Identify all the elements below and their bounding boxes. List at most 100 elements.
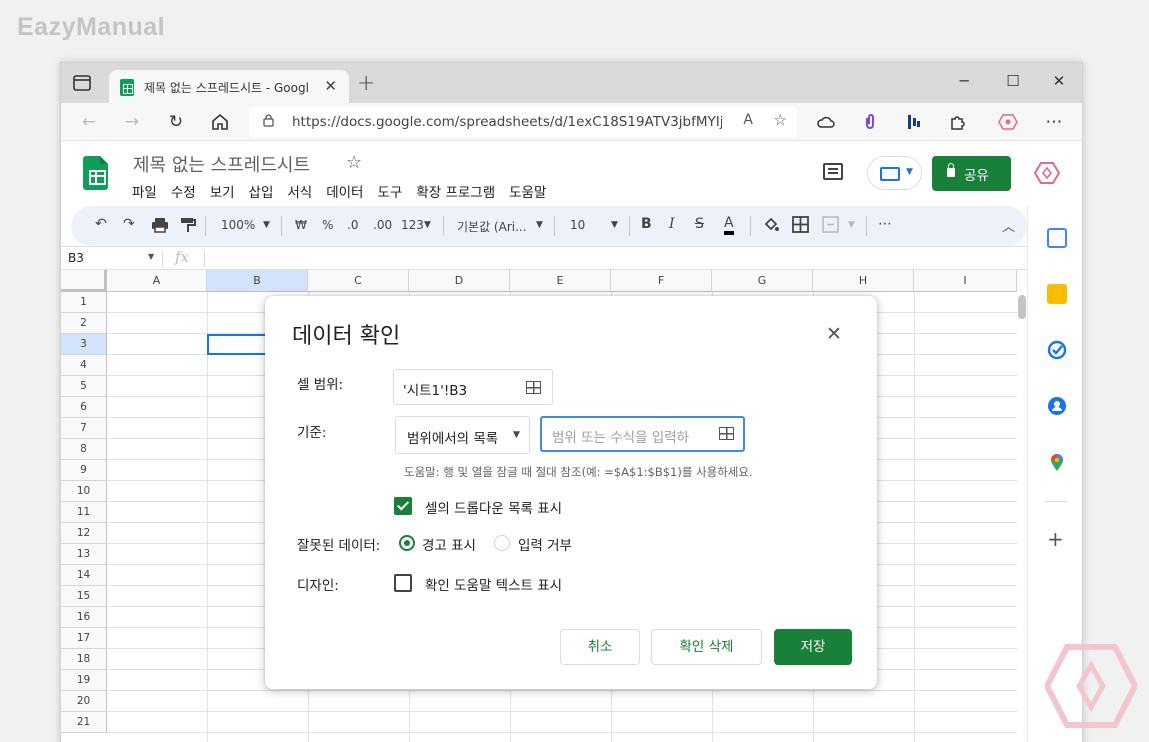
chevron-down-icon[interactable]: ▼: [536, 220, 543, 230]
comment-history-icon[interactable]: [823, 163, 843, 180]
criteria-range-input[interactable]: 범위 또는 수식을 입력하: [540, 416, 745, 452]
zoom-select[interactable]: 100%: [221, 218, 255, 232]
row-header[interactable]: 5: [61, 376, 107, 397]
row-header[interactable]: 17: [61, 628, 107, 649]
criteria-dropdown[interactable]: 범위에서의 목록 ▼: [395, 416, 530, 454]
minimize-button[interactable]: ─: [954, 72, 974, 90]
radio-reject-input[interactable]: [494, 535, 510, 551]
undo-icon[interactable]: ↶: [95, 216, 107, 232]
menu-help[interactable]: 도움말: [509, 181, 546, 201]
decrease-decimal-button[interactable]: .0: [347, 218, 358, 232]
row-header[interactable]: 3: [61, 334, 107, 355]
name-box[interactable]: B3: [68, 251, 84, 265]
merge-cells-icon[interactable]: [822, 216, 839, 233]
menu-edit[interactable]: 수정: [171, 181, 196, 201]
column-header[interactable]: I: [914, 270, 1017, 292]
cancel-button[interactable]: 취소: [560, 629, 640, 665]
address-bar[interactable]: https://docs.google.com/spreadsheets/d/1…: [249, 107, 797, 137]
column-header[interactable]: D: [409, 270, 510, 292]
print-icon[interactable]: [151, 216, 169, 234]
chevron-down-icon[interactable]: ▼: [263, 220, 270, 230]
column-header[interactable]: B: [207, 270, 308, 292]
menu-file[interactable]: 파일: [132, 181, 157, 201]
column-header[interactable]: H: [813, 270, 914, 292]
remove-validation-button[interactable]: 확인 삭제: [651, 629, 762, 665]
row-header[interactable]: 7: [61, 418, 107, 439]
row-header[interactable]: 12: [61, 523, 107, 544]
row-header[interactable]: 15: [61, 586, 107, 607]
collapse-menu-icon[interactable]: ︿: [1002, 216, 1015, 235]
menu-insert[interactable]: 삽입: [249, 181, 274, 201]
lock-icon[interactable]: [263, 114, 274, 127]
select-all-corner[interactable]: [61, 270, 107, 292]
row-header[interactable]: 11: [61, 502, 107, 523]
maximize-button[interactable]: ☐: [1003, 72, 1023, 90]
tab-close-icon[interactable]: ✕: [324, 77, 337, 95]
menu-data[interactable]: 데이터: [326, 181, 363, 201]
row-header[interactable]: 18: [61, 649, 107, 670]
favorite-add-icon[interactable]: ☆: [774, 111, 787, 129]
column-header[interactable]: E: [510, 270, 611, 292]
row-header[interactable]: 20: [61, 691, 107, 712]
borders-icon[interactable]: [792, 216, 809, 233]
more-tools-button[interactable]: ⋯: [878, 216, 892, 232]
menu-extensions[interactable]: 확장 프로그램: [416, 181, 495, 201]
radio-show-warning[interactable]: [399, 535, 415, 551]
font-select[interactable]: 기본값 (Ari...: [457, 218, 527, 235]
italic-button[interactable]: I: [669, 216, 675, 232]
cell-range-field[interactable]: '시트1'!B3: [393, 369, 553, 405]
increase-decimal-button[interactable]: .00: [373, 218, 392, 232]
chevron-down-icon[interactable]: ▼: [848, 220, 855, 230]
tasks-icon[interactable]: [1047, 340, 1067, 360]
bars-extension-icon[interactable]: [904, 112, 924, 132]
home-icon[interactable]: [210, 112, 230, 132]
row-header[interactable]: 9: [61, 460, 107, 481]
forward-icon[interactable]: →: [122, 112, 142, 132]
back-icon[interactable]: ←: [79, 112, 99, 132]
row-header[interactable]: 13: [61, 544, 107, 565]
fill-color-icon[interactable]: [762, 216, 780, 234]
close-icon[interactable]: ✕: [826, 323, 842, 345]
column-header[interactable]: F: [611, 270, 712, 292]
chevron-down-icon[interactable]: ▼: [424, 220, 431, 230]
reject-input-label[interactable]: 입력 거부: [518, 534, 572, 554]
row-header[interactable]: 19: [61, 670, 107, 691]
document-title[interactable]: 제목 없는 스프레드시트: [133, 151, 310, 177]
row-header[interactable]: 4: [61, 355, 107, 376]
chevron-down-icon[interactable]: ▼: [148, 252, 154, 261]
more-menu-icon[interactable]: ⋯: [1044, 112, 1064, 132]
hexagon-extension-icon[interactable]: [1034, 160, 1060, 186]
hexagon-extension-icon[interactable]: [998, 112, 1018, 132]
clip-extension-icon[interactable]: [860, 112, 880, 132]
help-text-checkbox[interactable]: [394, 574, 412, 592]
row-header[interactable]: 21: [61, 712, 107, 733]
row-header[interactable]: 16: [61, 607, 107, 628]
currency-format-button[interactable]: ₩: [295, 218, 307, 232]
show-dropdown-label[interactable]: 셀의 드롭다운 목록 표시: [425, 497, 562, 517]
star-icon[interactable]: ☆: [346, 152, 362, 173]
maps-icon[interactable]: [1047, 452, 1067, 472]
show-dropdown-checkbox[interactable]: [394, 497, 412, 515]
share-button[interactable]: 공유: [932, 156, 1011, 191]
calendar-icon[interactable]: [1047, 228, 1067, 248]
vertical-scrollbar[interactable]: [1017, 292, 1027, 742]
cloud-icon[interactable]: [816, 112, 836, 132]
tab-actions-icon[interactable]: [73, 75, 91, 91]
chevron-down-icon[interactable]: ▼: [611, 220, 618, 230]
select-range-icon[interactable]: [526, 381, 541, 394]
menu-tools[interactable]: 도구: [377, 181, 402, 201]
save-button[interactable]: 저장: [774, 629, 852, 665]
select-range-icon[interactable]: [719, 427, 734, 440]
close-window-button[interactable]: ✕: [1049, 72, 1069, 90]
add-addon-icon[interactable]: +: [1047, 527, 1064, 551]
row-header[interactable]: 10: [61, 481, 107, 502]
read-aloud-icon[interactable]: A: [743, 112, 753, 128]
row-header[interactable]: 8: [61, 439, 107, 460]
tab-active[interactable]: 제목 없는 스프레드시트 - Google Sheets ✕: [109, 70, 349, 103]
keep-icon[interactable]: [1047, 284, 1067, 304]
contacts-icon[interactable]: [1047, 396, 1067, 416]
show-warning-label[interactable]: 경고 표시: [422, 534, 476, 554]
percent-format-button[interactable]: %: [322, 218, 333, 232]
column-header[interactable]: C: [308, 270, 409, 292]
scrollbar-thumb[interactable]: [1018, 295, 1026, 319]
